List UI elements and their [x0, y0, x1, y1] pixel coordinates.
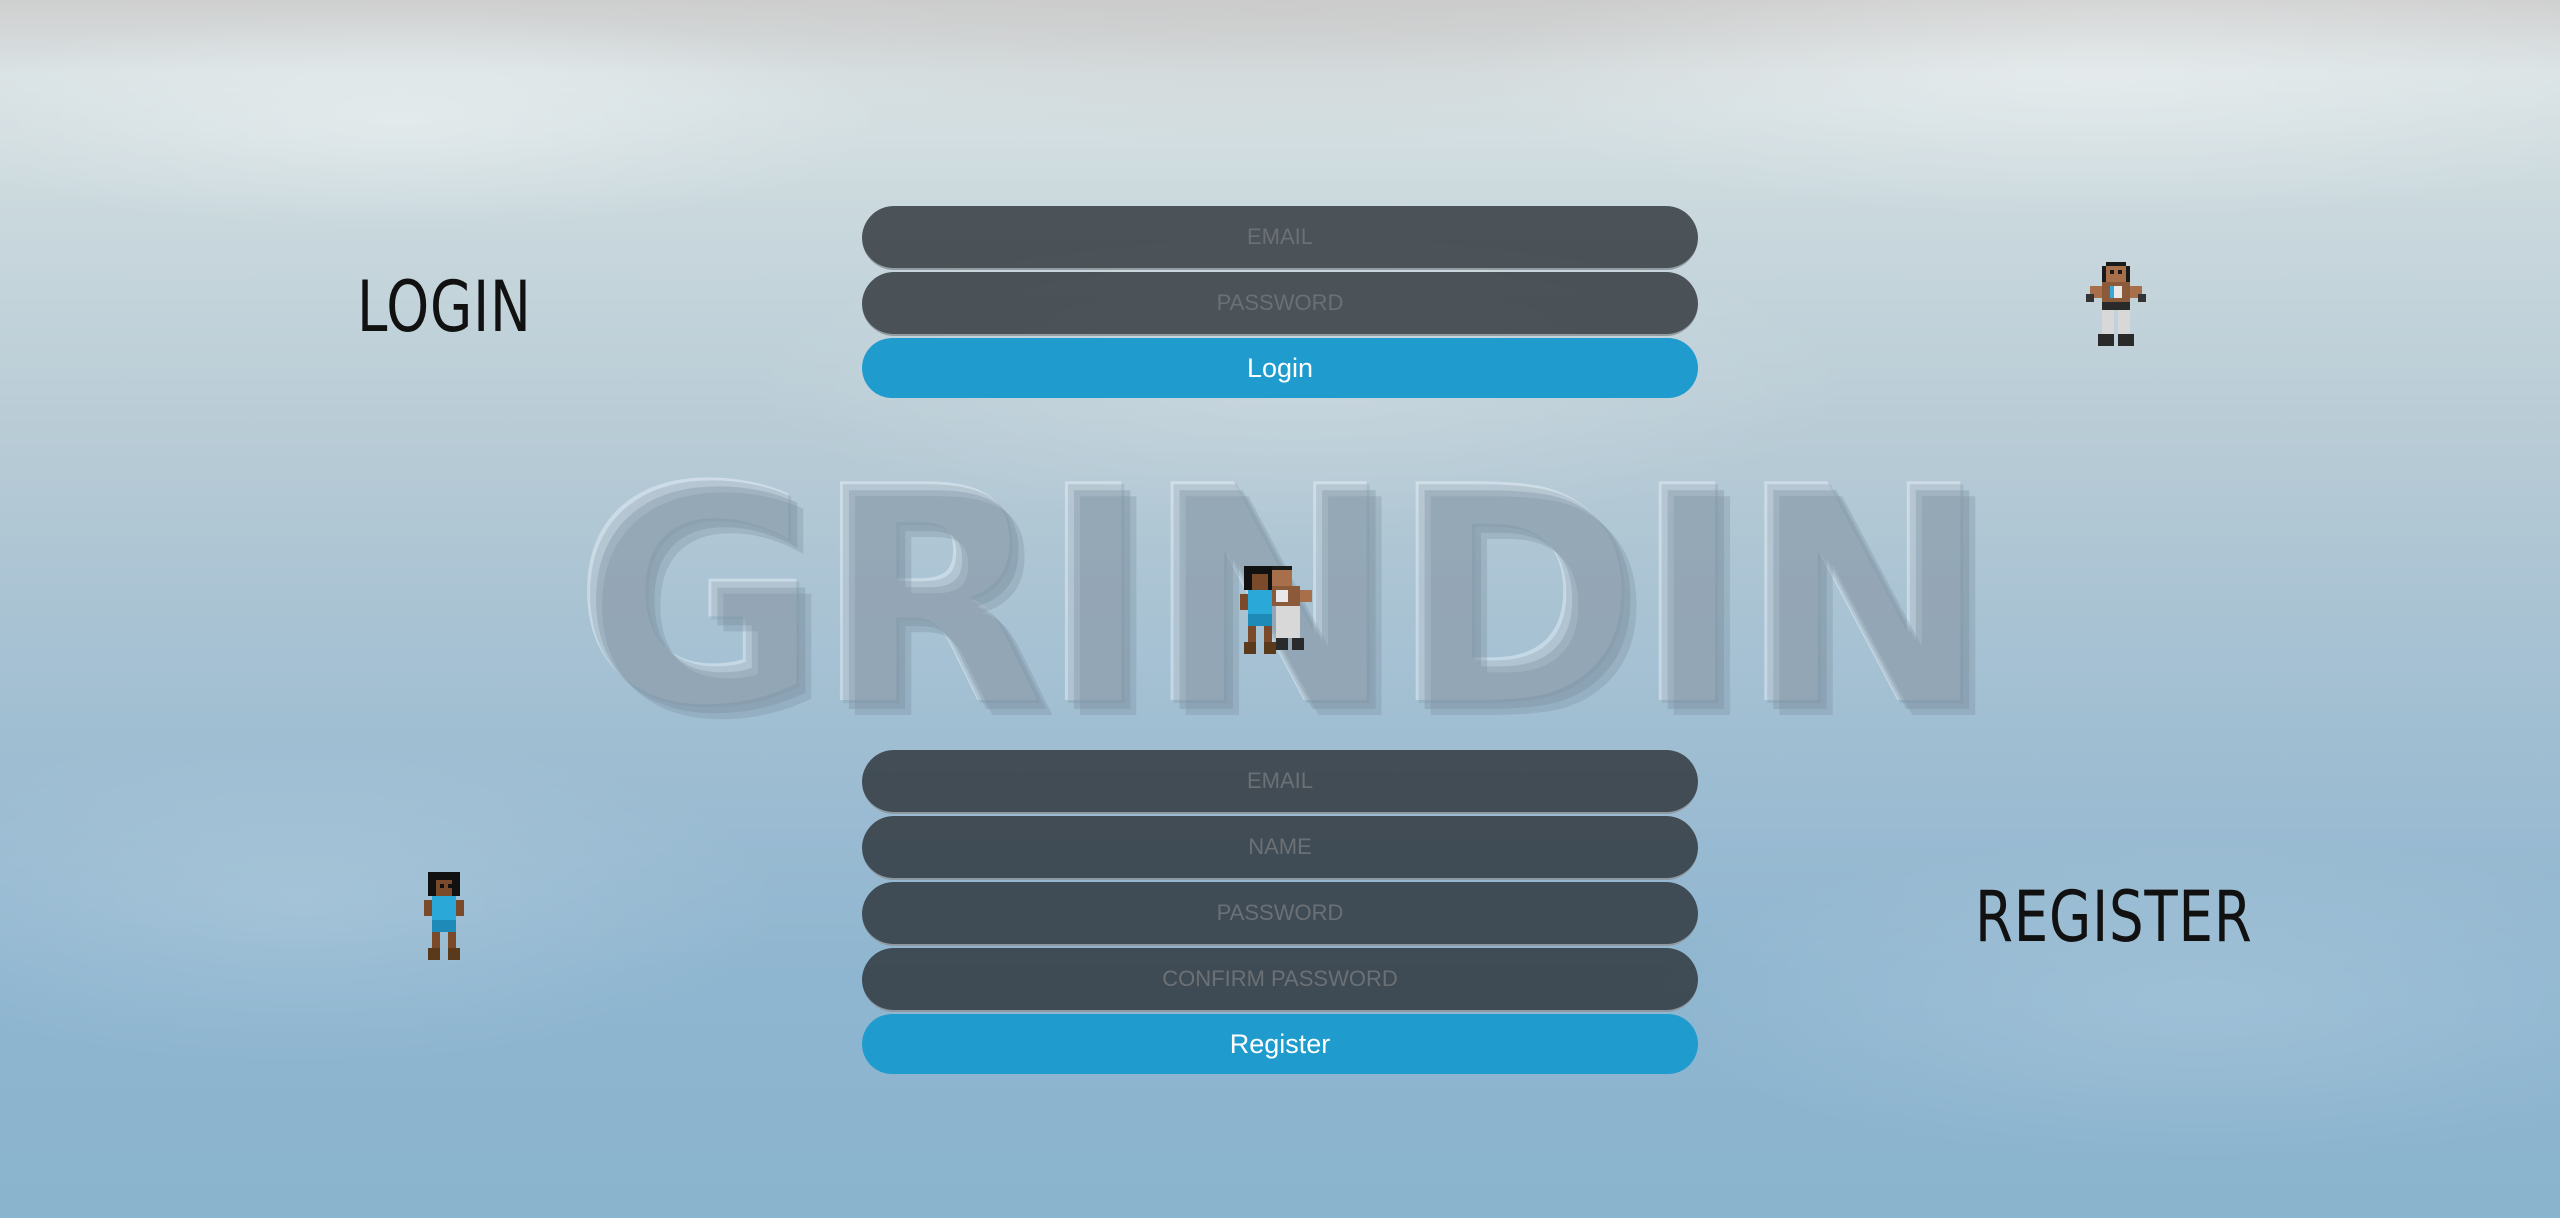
login-button[interactable]: Login [862, 338, 1698, 398]
register-heading: REGISTER [1975, 876, 2253, 958]
login-email-input[interactable] [862, 206, 1698, 270]
login-password-input[interactable] [862, 272, 1698, 336]
fighter-female-sprite-icon [420, 872, 468, 960]
register-email-input[interactable] [862, 750, 1698, 814]
login-heading: LOGIN [357, 266, 532, 348]
register-button[interactable]: Register [862, 1014, 1698, 1074]
fighter-male-sprite-icon [2086, 262, 2146, 350]
register-confirm-password-input[interactable] [862, 948, 1698, 1012]
fighter-duo-sprite-icon [1240, 566, 1316, 654]
register-form: Register [862, 750, 1698, 1074]
login-form: Login [862, 206, 1698, 398]
register-password-input[interactable] [862, 882, 1698, 946]
register-name-input[interactable] [862, 816, 1698, 880]
